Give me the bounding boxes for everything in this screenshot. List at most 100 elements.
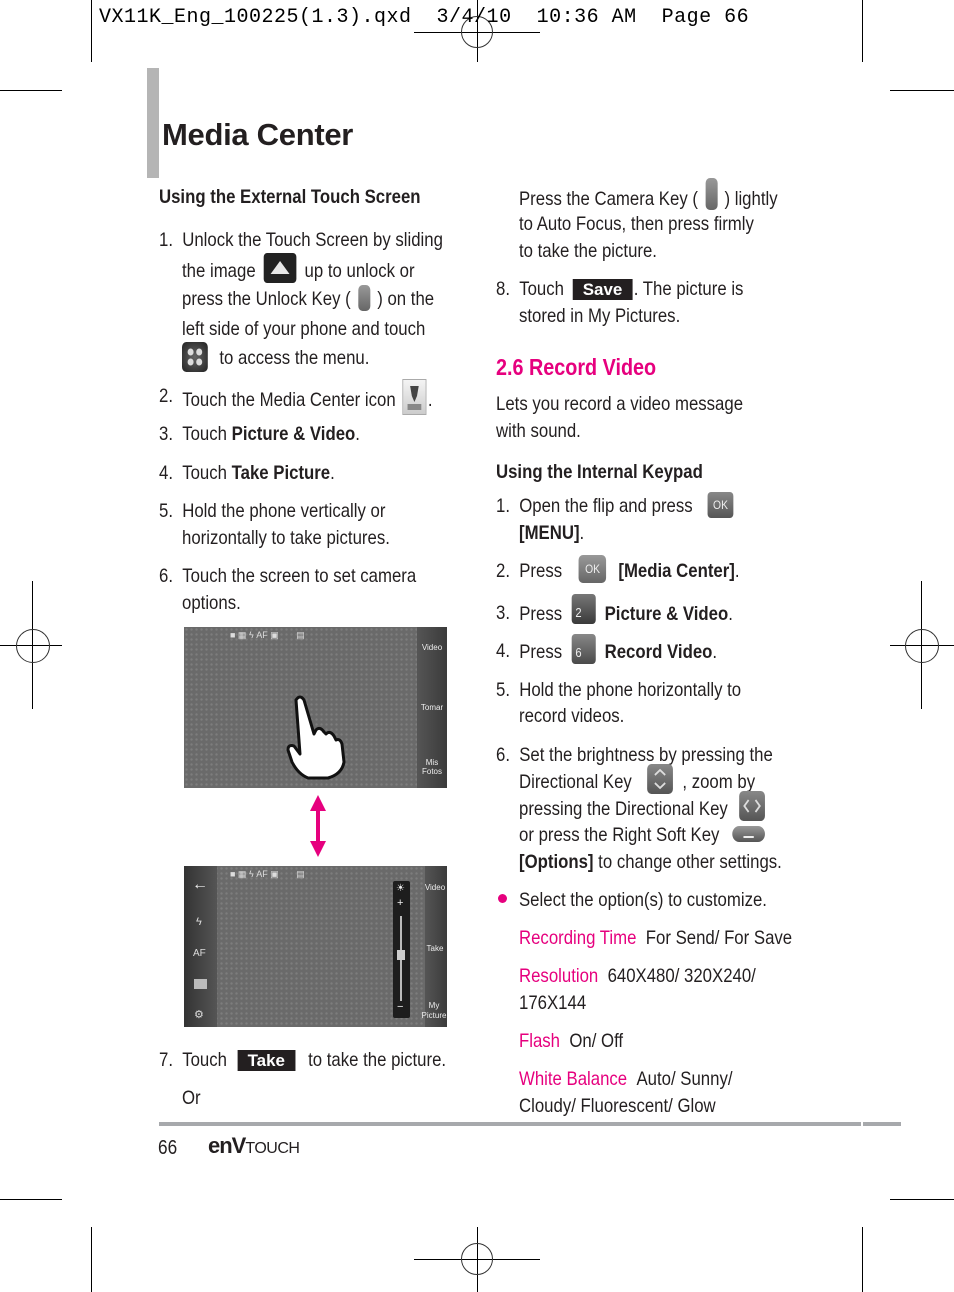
option-value: On/ Off xyxy=(569,1030,624,1052)
option-white-balance-line2: Cloudy/ Fluorescent/ Glow xyxy=(519,1095,716,1117)
step-text: Press the Camera Key ( xyxy=(519,188,698,211)
step-1: 1. Unlock the Touch Screen by sliding xyxy=(159,227,443,254)
punct: . xyxy=(330,462,335,484)
step-6-line2: options. xyxy=(182,592,241,614)
step-number: 3. xyxy=(496,602,510,624)
crop-mark xyxy=(0,90,62,91)
step-text: or press the Right Soft Key xyxy=(519,824,720,846)
camera-status-icons: ■ ▦ ϟ AF ▣ ▤ xyxy=(230,869,305,879)
directional-key-updown-icon xyxy=(646,764,673,794)
rv-step-1-line2: [MENU]. xyxy=(519,520,584,547)
step-number: 5. xyxy=(496,679,510,701)
save-button: Save xyxy=(573,279,633,300)
rv-step-1: 1. Open the flip and press OK xyxy=(496,491,734,520)
step-4: 4. Touch Take Picture. xyxy=(159,460,335,487)
option-value: For Send/ For Save xyxy=(645,927,793,949)
step-7-cont-line3: to take the picture. xyxy=(519,240,657,262)
unlock-slider-icon xyxy=(263,253,297,283)
step-text: Touch the Media Center icon xyxy=(182,389,396,412)
step-1-line2: the image up to unlock or xyxy=(182,253,415,287)
media-center-app-icon xyxy=(402,379,427,415)
flash-icon: ϟ xyxy=(196,916,202,928)
slider-thumb[interactable] xyxy=(397,950,405,960)
step-number: 3. xyxy=(159,423,173,445)
step-text: press the Unlock Key ( xyxy=(182,288,351,310)
step-number: 1. xyxy=(496,495,510,517)
option-resolution: Resolution 640X480/ 320X240/ xyxy=(519,963,756,990)
step-text: Touch xyxy=(182,1049,227,1071)
option-label: White Balance xyxy=(519,1068,628,1090)
directional-key-leftright-icon xyxy=(739,791,766,821)
punct: . xyxy=(579,522,585,544)
step-text: Open the flip and press xyxy=(519,495,693,517)
punct: . xyxy=(712,641,718,664)
menu-item-ref: Picture & Video xyxy=(231,423,356,445)
step-1-line4: left side of your phone and touch xyxy=(182,318,426,340)
step-8-line2: stored in My Pictures. xyxy=(519,305,681,327)
registration-mark xyxy=(905,629,939,663)
rv-step-3: 3. Press 2 Picture & Video. xyxy=(496,594,733,627)
section-title: 2.6 Record Video xyxy=(496,354,657,380)
step-7: 7. Touch Take to take the picture. xyxy=(159,1047,446,1074)
camera-status-icons: ■ ▦ ϟ AF ▣ ▤ xyxy=(230,630,305,640)
logo-env: enV xyxy=(208,1133,246,1158)
step-text: Directional Key xyxy=(519,771,632,794)
footer-rule xyxy=(863,1122,901,1126)
rv-step-6: 6. Set the brightness by pressing the xyxy=(496,742,773,769)
crop-mark xyxy=(0,1199,62,1200)
option-value: 640X480/ 320X240/ xyxy=(607,965,756,987)
sidebar-item-pictures: Mis Fotos xyxy=(421,758,442,776)
step-text: pressing the Directional Key xyxy=(519,798,728,821)
camera-screen-horizontal: ← ϟ AF ⚙ ■ ▦ ϟ AF ▣ ▤ ☀ + − Video Take M… xyxy=(184,866,447,1027)
step-number: 6. xyxy=(496,744,510,766)
step-5: 5. Hold the phone vertically or xyxy=(159,498,385,525)
step-text: Press xyxy=(519,560,563,583)
logo-touch: TOUCH xyxy=(245,1140,300,1157)
step-text: Press xyxy=(519,641,563,664)
step-number: 2. xyxy=(159,385,173,407)
double-arrow-icon xyxy=(310,795,326,857)
settings-gear-icon: ⚙ xyxy=(194,1009,204,1021)
step-number: 1. xyxy=(159,229,173,251)
menu-ref: Record Video xyxy=(604,641,713,664)
page-title: Media Center xyxy=(162,117,354,152)
step-text: to change other settings. xyxy=(593,851,782,873)
step-number: 8. xyxy=(496,278,510,300)
step-3: 3. Touch Picture & Video. xyxy=(159,421,360,448)
key-2-icon: 2 xyxy=(571,594,597,624)
punct: . xyxy=(728,603,733,626)
crop-mark xyxy=(862,1227,863,1292)
print-slug: VX11K_Eng_100225(1.3).qxd 3/4/10 10:36 A… xyxy=(99,6,750,29)
step-text: Touch xyxy=(182,462,232,484)
step-text: Touch the screen to set camera xyxy=(182,565,417,587)
intro-line2: with sound. xyxy=(496,420,581,442)
option-label: Resolution xyxy=(519,965,599,987)
minus-icon: − xyxy=(397,1001,404,1013)
sidebar-item-take: Take xyxy=(426,944,444,953)
unlock-key-icon xyxy=(357,284,370,311)
step-number: 5. xyxy=(159,500,173,522)
registration-mark xyxy=(461,1243,493,1275)
step-number: 2. xyxy=(496,560,510,582)
sidebar-item-video: Video xyxy=(424,883,446,892)
punct: . xyxy=(734,560,740,583)
option-label: Recording Time xyxy=(519,927,637,949)
step-text: Hold the phone vertically or xyxy=(182,500,386,522)
step-text: Press xyxy=(519,603,563,626)
camera-key-icon xyxy=(705,178,718,210)
step-number: 4. xyxy=(159,462,173,484)
brightness-slider[interactable]: ☀ + − xyxy=(393,881,410,1018)
option-flash: Flash On/ Off xyxy=(519,1028,623,1055)
crop-mark xyxy=(890,1199,954,1200)
take-button: Take xyxy=(238,1050,296,1071)
rv-step-4: 4. Press 6 Record Video. xyxy=(496,634,717,665)
step-number: 7. xyxy=(159,1049,173,1071)
key-6-icon: 6 xyxy=(571,634,597,664)
ok-key-icon: OK xyxy=(578,555,607,583)
step-text: to take the picture. xyxy=(308,1049,447,1071)
rv-step-5: 5. Hold the phone horizontally to xyxy=(496,677,741,704)
ok-key-icon: OK xyxy=(707,491,734,518)
option-label: Flash xyxy=(519,1030,561,1052)
rv-step-5-line2: record videos. xyxy=(519,705,625,727)
brightness-sun-icon: ☀ xyxy=(396,883,405,894)
